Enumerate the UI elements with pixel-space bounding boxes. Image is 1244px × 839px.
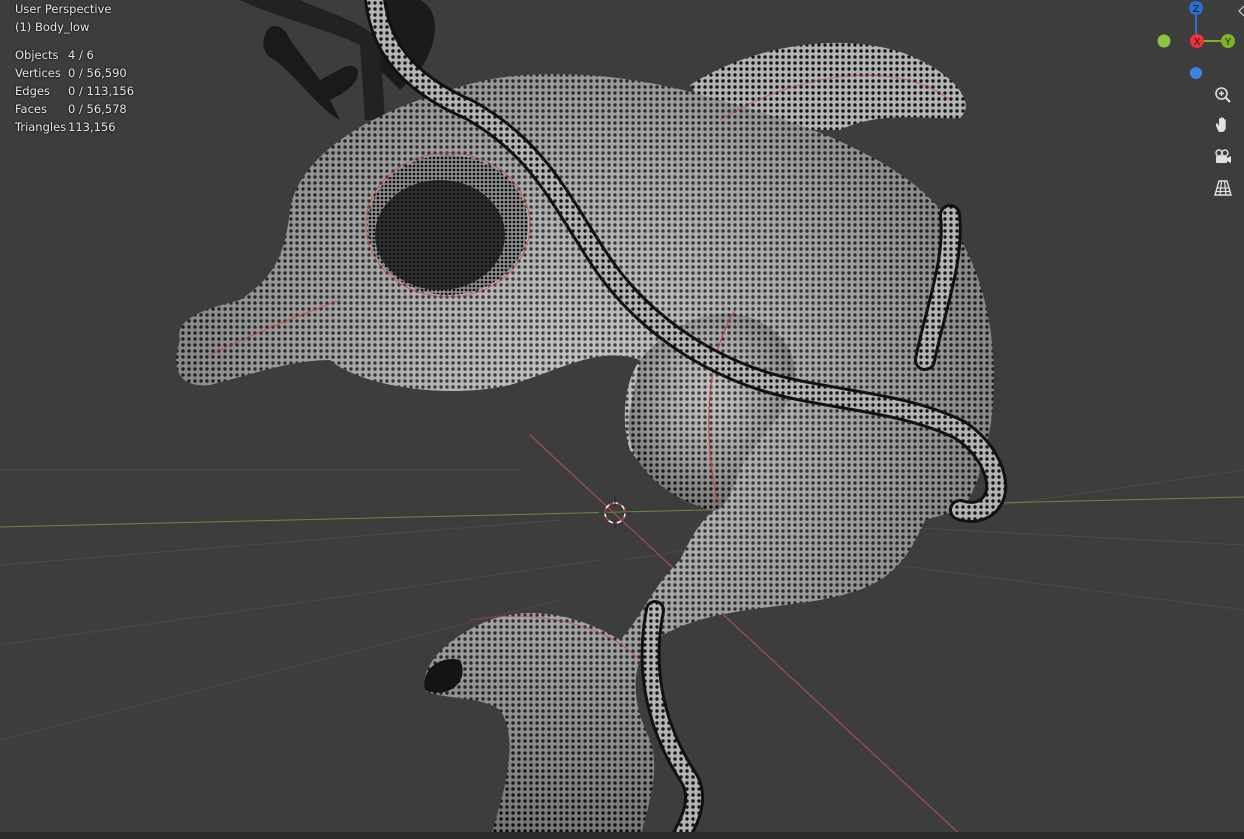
3d-viewport[interactable]: User Perspective (1) Body_low Objects 4 …	[0, 0, 1244, 839]
scene-canvas[interactable]	[0, 0, 1244, 839]
toggle-projection-button[interactable]	[1210, 175, 1236, 201]
camera-icon	[1215, 149, 1231, 163]
active-object-name: (1) Body_low	[15, 20, 90, 34]
gizmo-neg-y-axis[interactable]	[1157, 34, 1171, 48]
stat-label: Faces	[15, 102, 47, 116]
stat-value: 0 / 113,156	[68, 84, 135, 98]
zoom-icon	[1215, 87, 1231, 103]
pan-button[interactable]	[1210, 112, 1236, 138]
stat-row-vertices: Vertices 0 / 56,590	[15, 64, 134, 82]
gizmo-x-label: X	[1194, 37, 1201, 48]
sidebar-toggle-arrow-icon[interactable]	[1238, 4, 1244, 18]
camera-view-button[interactable]	[1210, 144, 1236, 170]
stat-row-triangles: Triangles 113,156	[15, 118, 134, 136]
gizmo-z-label: Z	[1193, 4, 1200, 15]
stat-row-objects: Objects 4 / 6	[15, 46, 134, 64]
view-name: User Perspective	[15, 2, 112, 16]
viewport-info-overlay: User Perspective (1) Body_low Objects 4 …	[15, 0, 134, 136]
stat-label: Triangles	[15, 120, 67, 134]
stat-row-edges: Edges 0 / 113,156	[15, 82, 134, 100]
stat-label: Vertices	[15, 66, 61, 80]
stat-value: 4 / 6	[68, 48, 94, 62]
stat-row-faces: Faces 0 / 56,578	[15, 100, 134, 118]
zoom-button[interactable]	[1210, 82, 1236, 108]
hand-pan-icon	[1216, 117, 1226, 132]
gizmo-neg-z-axis[interactable]	[1190, 67, 1202, 79]
y-axis-line	[0, 496, 1244, 528]
navigation-gizmo[interactable]: Z X Y	[1154, 0, 1244, 90]
viewport-bottom-edge	[0, 832, 1244, 839]
stat-label: Objects	[15, 48, 59, 62]
grid-view-icon	[1214, 180, 1232, 196]
body-mesh[interactable]	[176, 42, 994, 839]
gizmo-y-label: Y	[1224, 37, 1232, 48]
stat-value: 0 / 56,590	[68, 66, 127, 80]
stat-value: 0 / 56,578	[68, 102, 127, 116]
stat-value: 113,156	[68, 120, 116, 134]
stat-label: Edges	[15, 84, 50, 98]
